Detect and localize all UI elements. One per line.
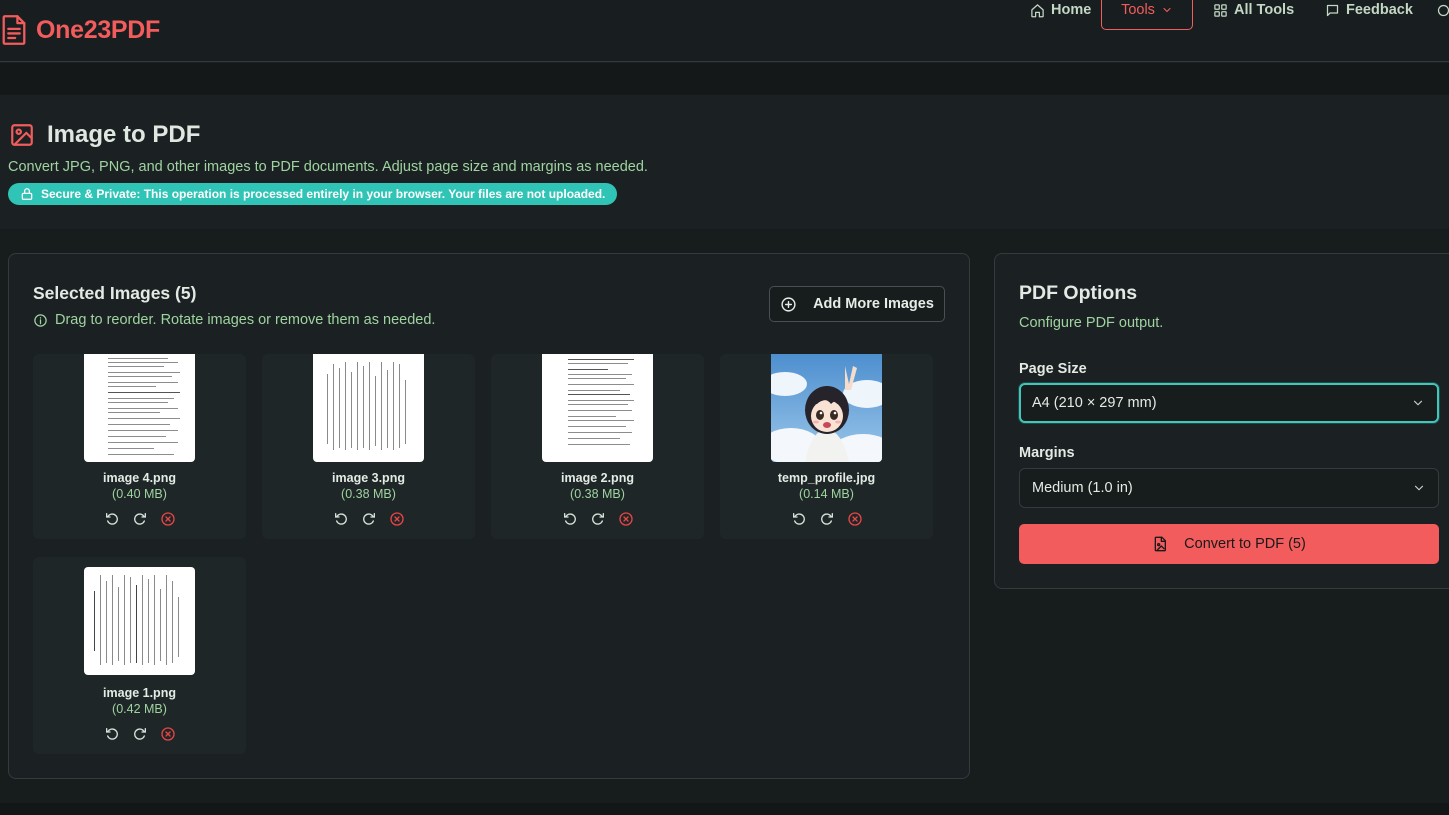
page-hero: Image to PDF Convert JPG, PNG, and other…	[0, 95, 1449, 229]
profile-photo-thumbnail	[771, 354, 882, 462]
home-icon	[1031, 3, 1044, 17]
image-card-name: image 3.png	[332, 471, 405, 485]
rotate-right-icon[interactable]	[590, 511, 606, 527]
nav-tools-dropdown[interactable]: Tools	[1101, 0, 1193, 30]
remove-icon[interactable]	[389, 511, 405, 527]
convert-to-pdf-label: Convert to PDF (5)	[1184, 536, 1306, 552]
image-card-name: temp_profile.jpg	[777, 471, 876, 485]
image-card-actions	[33, 726, 246, 742]
add-more-images-button[interactable]: Add More Images	[769, 286, 945, 322]
image-card-size: (0.14 MB)	[799, 487, 854, 501]
chevron-down-icon	[1413, 400, 1423, 406]
nav-all-tools-label: All Tools	[1234, 2, 1295, 18]
page-size-value: A4 (210 × 297 mm)	[1032, 395, 1157, 411]
image-card-actions	[262, 511, 475, 527]
brand-name: One23PDF	[36, 15, 161, 44]
rotate-right-icon[interactable]	[132, 511, 148, 527]
top-navbar: One23PDF Home Tools All Tools Feedback	[0, 0, 1449, 62]
image-card[interactable]: image 3.png (0.38 MB)	[262, 354, 475, 539]
rotate-right-icon[interactable]	[132, 726, 148, 742]
info-icon	[34, 313, 47, 327]
partial-circle-icon	[1437, 4, 1449, 16]
rotate-left-icon[interactable]	[562, 511, 578, 527]
reorder-hint: Drag to reorder. Rotate images or remove…	[33, 312, 435, 328]
nav-overflow[interactable]	[1436, 0, 1449, 30]
image-card[interactable]: image 4.png (0.40 MB)	[33, 354, 246, 539]
image-card[interactable]: temp_profile.jpg (0.14 MB)	[720, 354, 933, 539]
image-card-actions	[33, 511, 246, 527]
grid-icon	[1214, 3, 1227, 17]
message-icon	[1326, 4, 1339, 16]
image-card[interactable]: image 2.png (0.38 MB)	[491, 354, 704, 539]
margins-select[interactable]: Medium (1.0 in)	[1019, 468, 1439, 508]
rotated-document-thumbnail	[313, 354, 424, 462]
image-card-name: image 1.png	[103, 686, 176, 700]
nav-feedback[interactable]: Feedback	[1315, 0, 1423, 30]
rotate-left-icon[interactable]	[333, 511, 349, 527]
image-card-actions	[491, 511, 704, 527]
secure-badge: Secure & Private: This operation is proc…	[8, 183, 618, 205]
nav-all-tools[interactable]: All Tools	[1203, 0, 1304, 30]
page-title-row: Image to PDF	[9, 121, 200, 149]
anime-portrait-illustration	[771, 354, 882, 462]
image-icon	[11, 124, 33, 146]
rotate-right-icon[interactable]	[819, 511, 835, 527]
secure-badge-text: Secure & Private: This operation is proc…	[41, 187, 606, 201]
page-description: Convert JPG, PNG, and other images to PD…	[8, 159, 648, 175]
pdf-options-panel: PDF Options Configure PDF output. Page S…	[994, 253, 1449, 589]
nav-home-label: Home	[1051, 2, 1092, 18]
document-logo-icon	[2, 15, 26, 45]
footer-edge	[0, 803, 1449, 815]
document-thumbnail	[542, 354, 653, 462]
header-spacer	[0, 63, 1449, 95]
brand[interactable]: One23PDF	[0, 14, 160, 46]
page-size-label: Page Size	[1019, 361, 1087, 377]
page-title: Image to PDF	[47, 121, 201, 148]
image-card-actions	[720, 511, 933, 527]
file-image-icon	[1154, 536, 1167, 552]
selected-images-panel: Selected Images (5) Drag to reorder. Rot…	[8, 253, 970, 779]
rotate-left-icon[interactable]	[104, 511, 120, 527]
remove-icon[interactable]	[847, 511, 863, 527]
margins-label: Margins	[1019, 445, 1075, 461]
margins-value: Medium (1.0 in)	[1032, 480, 1133, 496]
document-thumbnail	[84, 354, 195, 462]
convert-to-pdf-button[interactable]: Convert to PDF (5)	[1019, 524, 1439, 564]
image-card-name: image 2.png	[561, 471, 634, 485]
nav-home[interactable]: Home	[1020, 0, 1101, 30]
rotate-right-icon[interactable]	[361, 511, 377, 527]
nav-feedback-label: Feedback	[1346, 2, 1413, 18]
plus-circle-icon	[781, 296, 796, 312]
rotate-left-icon[interactable]	[791, 511, 807, 527]
image-card[interactable]: image 1.png (0.42 MB)	[33, 557, 246, 754]
image-card-size: (0.42 MB)	[112, 702, 167, 716]
remove-icon[interactable]	[618, 511, 634, 527]
pdf-options-title: PDF Options	[1019, 282, 1138, 304]
image-card-size: (0.40 MB)	[112, 487, 167, 501]
pdf-options-subtitle: Configure PDF output.	[1019, 315, 1164, 331]
remove-icon[interactable]	[160, 511, 176, 527]
rotated-document-thumbnail	[84, 567, 195, 675]
image-card-size: (0.38 MB)	[341, 487, 396, 501]
add-more-images-label: Add More Images	[813, 296, 934, 312]
nav-tools-label: Tools	[1121, 2, 1155, 18]
chevron-down-icon	[1163, 7, 1171, 13]
image-card-size: (0.38 MB)	[570, 487, 625, 501]
image-card-name: image 4.png	[103, 471, 176, 485]
selected-images-title: Selected Images (5)	[33, 283, 197, 303]
rotate-left-icon[interactable]	[104, 726, 120, 742]
remove-icon[interactable]	[160, 726, 176, 742]
lock-icon	[21, 188, 33, 200]
reorder-hint-text: Drag to reorder. Rotate images or remove…	[55, 312, 436, 328]
chevron-down-icon	[1414, 485, 1424, 491]
page-size-select[interactable]: A4 (210 × 297 mm)	[1019, 383, 1439, 423]
